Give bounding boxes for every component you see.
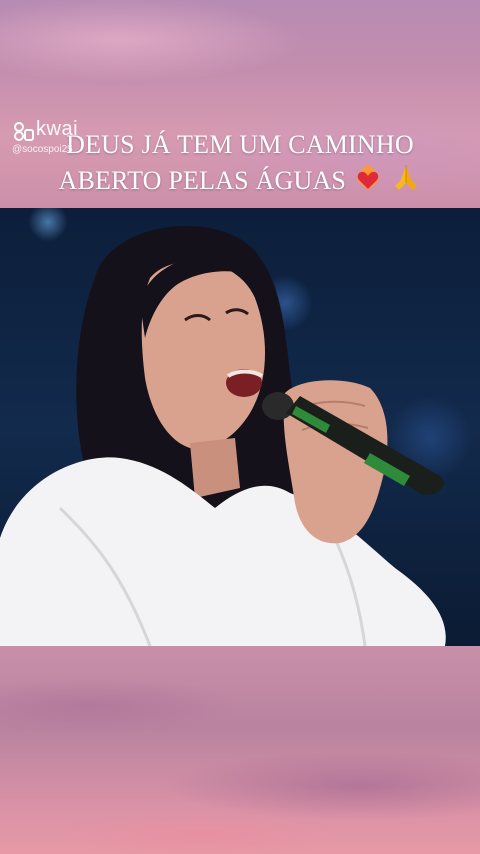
- singer-illustration: [0, 225, 446, 646]
- praying-hands-emoji-icon: [394, 165, 417, 190]
- caption-line-2: ABERTO PELAS ÁGUAS: [58, 166, 347, 195]
- video-caption: DEUS JÁ TEM UM CAMINHO ABERTO PELAS ÁGUA…: [0, 128, 480, 198]
- caption-line-2-wrapper: ABERTO PELAS ÁGUAS: [0, 162, 480, 198]
- heart-on-fire-emoji-icon: [357, 164, 379, 190]
- bottom-sky-background: [0, 646, 480, 854]
- video-frame[interactable]: [0, 208, 480, 646]
- caption-line-1: DEUS JÁ TEM UM CAMINHO: [66, 130, 414, 159]
